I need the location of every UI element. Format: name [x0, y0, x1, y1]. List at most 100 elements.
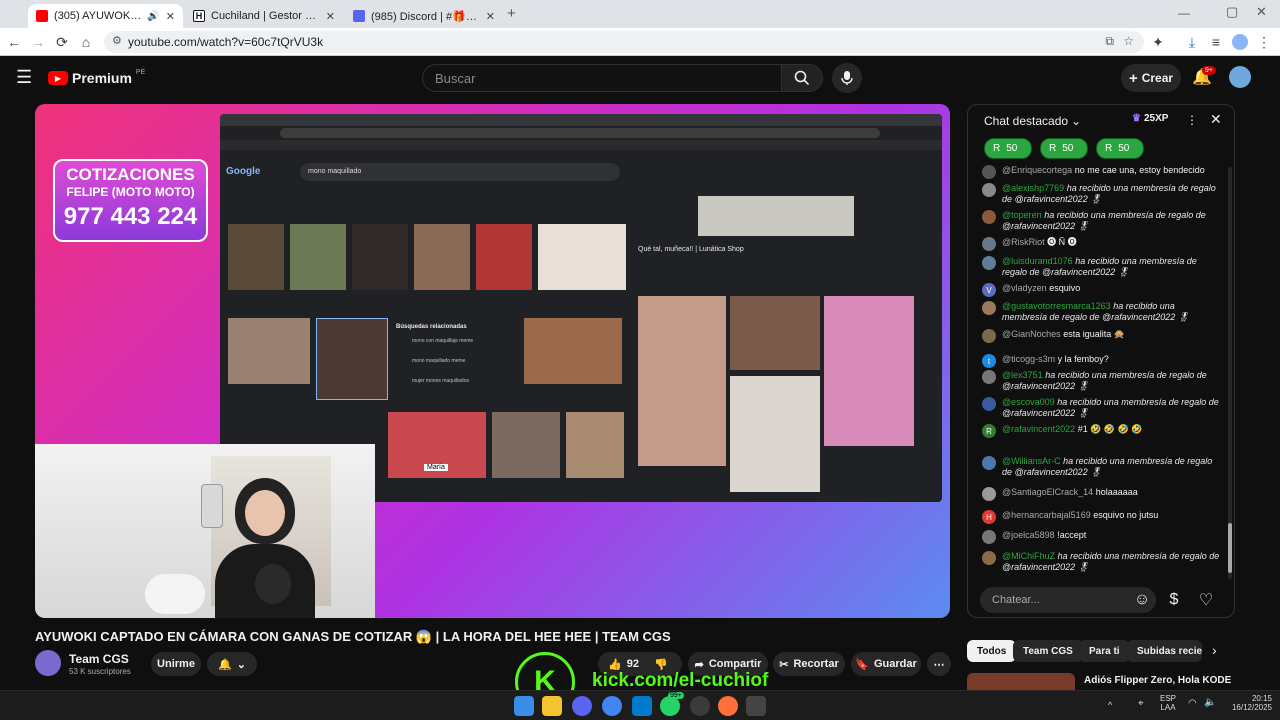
browser-menu-icon[interactable]: ⋮: [1254, 32, 1274, 52]
chat-menu-icon[interactable]: ⋮: [1186, 113, 1198, 127]
chat-message[interactable]: @lex3751 ha recibido una membresía de re…: [982, 370, 1222, 392]
hamburger-menu-icon[interactable]: ☰: [16, 67, 32, 88]
chat-message[interactable]: @Enriquecortega no me cae una, estoy ben…: [982, 165, 1222, 179]
back-button[interactable]: ←: [4, 32, 24, 52]
wifi-icon[interactable]: ◠: [1188, 698, 1197, 709]
chat-message[interactable]: @escova009 ha recibido una membresía de …: [982, 397, 1222, 419]
vscode-icon[interactable]: [632, 696, 652, 716]
chat-author-name[interactable]: @toperen: [1002, 210, 1042, 220]
language-indicator[interactable]: ESP LAA: [1160, 694, 1176, 712]
browser-tab-cuchiland[interactable]: H Cuchiland | Gestor de archivos ✕: [185, 4, 343, 28]
more-actions-button[interactable]: ⋯: [927, 652, 951, 676]
chat-message[interactable]: @joelca5898 !accept: [982, 530, 1222, 544]
app-icon[interactable]: [746, 696, 766, 716]
volume-icon[interactable]: 🔈: [1204, 697, 1216, 708]
close-window-button[interactable]: ✕: [1256, 4, 1267, 20]
filter-chip-all[interactable]: Todos: [967, 640, 1017, 662]
reading-list-icon[interactable]: ≡: [1206, 32, 1226, 52]
whatsapp-icon[interactable]: [660, 696, 680, 716]
chat-scrollbar[interactable]: [1228, 167, 1232, 579]
file-explorer-icon[interactable]: [542, 696, 562, 716]
close-chat-icon[interactable]: ✕: [1210, 111, 1222, 128]
chat-author-avatar[interactable]: [982, 397, 996, 411]
chrome-icon[interactable]: [602, 696, 622, 716]
chat-author-name[interactable]: @lex3751: [1002, 370, 1043, 380]
chat-author-avatar[interactable]: t: [982, 354, 996, 368]
chat-author-name[interactable]: @gustavotorresmarca1263: [1002, 301, 1111, 311]
emoji-icon[interactable]: ☺: [1132, 590, 1152, 610]
chat-message[interactable]: V @vladyzen esquivo: [982, 283, 1222, 297]
chat-author-name[interactable]: @MiChiFhuZ: [1002, 551, 1055, 561]
maximize-window-button[interactable]: ▢: [1226, 4, 1238, 20]
chat-author-name[interactable]: @RiskRiot: [1002, 237, 1045, 247]
app-icon[interactable]: [690, 696, 710, 716]
chat-author-avatar[interactable]: [982, 487, 996, 501]
bookmark-star-icon[interactable]: ☆: [1123, 34, 1134, 48]
chat-author-name[interactable]: @SantiagoElCrack_14: [1002, 487, 1093, 497]
windows-start-icon[interactable]: [514, 696, 534, 716]
like-button[interactable]: 👍 92: [608, 658, 639, 671]
browser-tab-discord[interactable]: (985) Discord | #🎁 sorteo-cl ✕: [345, 4, 503, 28]
dislike-button[interactable]: 👎: [654, 658, 668, 671]
chat-message[interactable]: @RiskRiot 🅞 Ñ 🅞: [982, 237, 1222, 251]
chat-input[interactable]: Chatear...: [980, 587, 1156, 613]
chat-author-name[interactable]: @alexishp7769: [1002, 183, 1064, 193]
chat-author-avatar[interactable]: [982, 183, 996, 197]
chat-author-avatar[interactable]: [982, 210, 996, 224]
chat-message[interactable]: @gustavotorresmarca1263 ha recibido una …: [982, 301, 1222, 323]
chat-message-list[interactable]: @Enriquecortega no me cae una, estoy ben…: [968, 163, 1224, 581]
chat-message[interactable]: @GianNoches esta igualita 🙊: [982, 329, 1222, 343]
extensions-icon[interactable]: ✦: [1148, 32, 1168, 52]
chat-author-name[interactable]: @hernancarbajal5169: [1002, 510, 1091, 520]
chat-author-name[interactable]: @rafavincent2022: [1002, 424, 1075, 434]
tray-chevron-icon[interactable]: ^: [1108, 700, 1112, 710]
recommended-title[interactable]: Adiós Flipper Zero, Hola KODE: [1084, 675, 1231, 686]
voice-search-button[interactable]: [832, 63, 862, 93]
channel-avatar[interactable]: [35, 650, 61, 676]
new-tab-button[interactable]: +: [507, 5, 516, 22]
chat-author-avatar[interactable]: [982, 237, 996, 251]
chat-message[interactable]: @MiChiFhuZ ha recibido una membresía de …: [982, 551, 1222, 573]
close-tab-icon[interactable]: ✕: [326, 10, 335, 23]
chevron-down-icon[interactable]: ⌄: [1071, 114, 1081, 128]
chat-author-avatar[interactable]: [982, 370, 996, 384]
chat-author-avatar[interactable]: [982, 301, 996, 315]
chat-author-avatar[interactable]: R: [982, 424, 996, 438]
heart-icon[interactable]: ♡: [1196, 590, 1216, 610]
close-tab-icon[interactable]: ✕: [486, 10, 495, 23]
chat-author-name[interactable]: @vladyzen: [1002, 283, 1047, 293]
reload-button[interactable]: ⟳: [52, 32, 72, 52]
save-button[interactable]: 🔖 Guardar: [851, 652, 921, 676]
chat-author-name[interactable]: @ticogg-s3m: [1002, 354, 1055, 364]
leaderboard-chip[interactable]: R 50: [1096, 138, 1144, 159]
site-info-icon[interactable]: ⚙: [112, 34, 122, 47]
youtube-logo[interactable]: ▶ Premium PE: [48, 69, 145, 86]
clip-button[interactable]: ✂ Recortar: [773, 652, 845, 676]
chat-message[interactable]: R @rafavincent2022 #1 🤣 🤣 🤣 🤣: [982, 424, 1222, 438]
close-tab-icon[interactable]: ✕: [166, 10, 175, 23]
leaderboard-chip[interactable]: R 50: [1040, 138, 1088, 159]
chat-message[interactable]: H @hernancarbajal5169 esquivo no jutsu: [982, 510, 1222, 524]
filter-chip-para-ti[interactable]: Para ti: [1079, 640, 1130, 662]
chat-message[interactable]: @luisdurand1076 ha recibido una membresí…: [982, 256, 1222, 278]
create-button[interactable]: + Crear: [1121, 64, 1181, 92]
subscribed-bell-button[interactable]: 🔔 ⌄: [207, 652, 257, 676]
account-avatar[interactable]: [1229, 66, 1251, 88]
chat-author-name[interactable]: @luisdurand1076: [1002, 256, 1073, 266]
chat-mode-label[interactable]: Chat destacado: [984, 114, 1068, 128]
discord-icon[interactable]: [572, 696, 592, 716]
chat-author-avatar[interactable]: V: [982, 283, 996, 297]
chat-author-avatar[interactable]: [982, 329, 996, 343]
chat-message[interactable]: @SantiagoElCrack_14 holaaaaaa: [982, 487, 1222, 501]
super-chat-icon[interactable]: $: [1164, 590, 1184, 610]
chat-author-avatar[interactable]: [982, 456, 996, 470]
chat-author-avatar[interactable]: [982, 256, 996, 270]
minimize-window-button[interactable]: —: [1178, 6, 1190, 20]
search-button[interactable]: [781, 64, 823, 92]
scrollbar-thumb[interactable]: [1228, 523, 1232, 573]
chat-author-avatar[interactable]: [982, 530, 996, 544]
downloads-icon[interactable]: ⤓: [1182, 32, 1202, 52]
profile-avatar-icon[interactable]: [1230, 32, 1250, 52]
chat-author-name[interactable]: @escova009: [1002, 397, 1055, 407]
chat-message[interactable]: @toperen ha recibido una membresía de re…: [982, 210, 1222, 232]
